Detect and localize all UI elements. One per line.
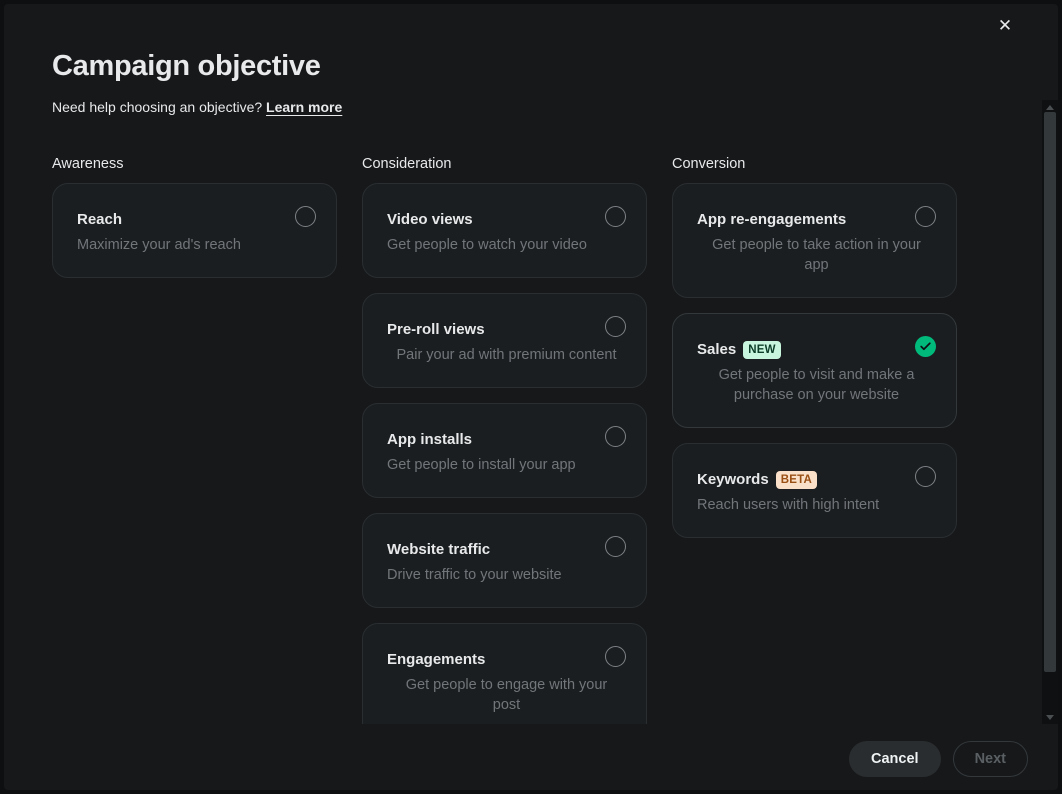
help-text-label: Need help choosing an objective?: [52, 99, 262, 115]
objective-card[interactable]: Keywords BETA Reach users with high intent: [672, 443, 957, 538]
objective-card-title-row: App re-engagements: [697, 210, 936, 230]
scroll-down-arrow-icon[interactable]: [1042, 710, 1058, 724]
objective-card[interactable]: Website traffic Drive traffic to your web…: [362, 513, 647, 608]
scrollbar-thumb[interactable]: [1044, 112, 1056, 672]
objective-card[interactable]: App installs Get people to install your a…: [362, 403, 647, 498]
dialog-header: Campaign objective Need help choosing an…: [52, 48, 952, 116]
objective-card[interactable]: Sales NEW Get people to visit and make a p…: [672, 313, 957, 428]
objective-card-title-row: Engagements: [387, 650, 626, 670]
objective-card-title: Pre-roll views: [387, 320, 485, 340]
objective-card-title-row: App installs: [387, 430, 626, 450]
objective-card-title: Website traffic: [387, 540, 490, 560]
radio-button-icon[interactable]: [605, 316, 626, 337]
objective-card-title: Sales: [697, 340, 736, 360]
close-icon[interactable]: ✕: [989, 10, 1021, 42]
campaign-objective-dialog: ✕ Campaign objective Need help choosing …: [4, 4, 1058, 790]
objective-card-description: Get people to watch your video: [387, 235, 626, 255]
objective-card-description: Get people to install your app: [387, 455, 626, 475]
radio-button-icon[interactable]: [605, 426, 626, 447]
status-badge: BETA: [776, 471, 817, 489]
objective-card[interactable]: Video views Get people to watch your vide…: [362, 183, 647, 278]
vertical-scrollbar[interactable]: [1042, 100, 1058, 724]
objective-card[interactable]: Engagements Get people to engage with you…: [362, 623, 647, 724]
objective-card[interactable]: App re-engagements Get people to take act…: [672, 183, 957, 298]
column-heading: Consideration: [362, 154, 647, 174]
objective-card-title: Reach: [77, 210, 122, 230]
objective-card-description: Get people to engage with your post: [387, 675, 626, 715]
status-badge: NEW: [743, 341, 780, 359]
objective-column: Awareness Reach Maximize your ad's reach: [52, 154, 337, 724]
column-heading: Conversion: [672, 154, 957, 174]
radio-button-icon[interactable]: [295, 206, 316, 227]
objective-card-title: App installs: [387, 430, 472, 450]
objective-card-description: Get people to take action in your app: [697, 235, 936, 275]
objective-column: Consideration Video views Get people to wa…: [362, 154, 647, 724]
objective-columns: Awareness Reach Maximize your ad's reach Co…: [52, 154, 987, 724]
objective-card-title-row: Video views: [387, 210, 626, 230]
help-text: Need help choosing an objective? Learn m…: [52, 98, 952, 116]
objective-card-description: Reach users with high intent: [697, 495, 936, 515]
radio-button-icon[interactable]: [915, 466, 936, 487]
objective-card-description: Pair your ad with premium content: [387, 345, 626, 365]
objective-card-title-row: Keywords BETA: [697, 470, 936, 490]
objective-card-title: Keywords: [697, 470, 769, 490]
radio-button-icon[interactable]: [605, 536, 626, 557]
objective-card-title: Video views: [387, 210, 473, 230]
cancel-button[interactable]: Cancel: [849, 741, 941, 777]
dialog-footer: Cancel Next: [849, 741, 1028, 777]
objective-card-title-row: Pre-roll views: [387, 320, 626, 340]
objective-card[interactable]: Reach Maximize your ad's reach: [52, 183, 337, 278]
selected-check-icon[interactable]: [915, 336, 936, 357]
column-heading: Awareness: [52, 154, 337, 174]
objective-card-title-row: Reach: [77, 210, 316, 230]
page-title: Campaign objective: [52, 48, 952, 84]
learn-more-link[interactable]: Learn more: [266, 99, 342, 115]
window-frame: ✕ Campaign objective Need help choosing …: [0, 0, 1062, 794]
objective-card-title: App re-engagements: [697, 210, 846, 230]
objective-column: Conversion App re-engagements Get people t…: [672, 154, 957, 724]
objective-card[interactable]: Pre-roll views Pair your ad with premium …: [362, 293, 647, 388]
radio-button-icon[interactable]: [605, 646, 626, 667]
objective-card-title: Engagements: [387, 650, 485, 670]
next-button[interactable]: Next: [953, 741, 1028, 777]
radio-button-icon[interactable]: [605, 206, 626, 227]
objective-card-description: Drive traffic to your website: [387, 565, 626, 585]
objective-card-description: Maximize your ad's reach: [77, 235, 316, 255]
objective-card-title-row: Sales NEW: [697, 340, 936, 360]
objective-card-description: Get people to visit and make a purchase …: [697, 365, 936, 405]
objective-card-title-row: Website traffic: [387, 540, 626, 560]
radio-button-icon[interactable]: [915, 206, 936, 227]
